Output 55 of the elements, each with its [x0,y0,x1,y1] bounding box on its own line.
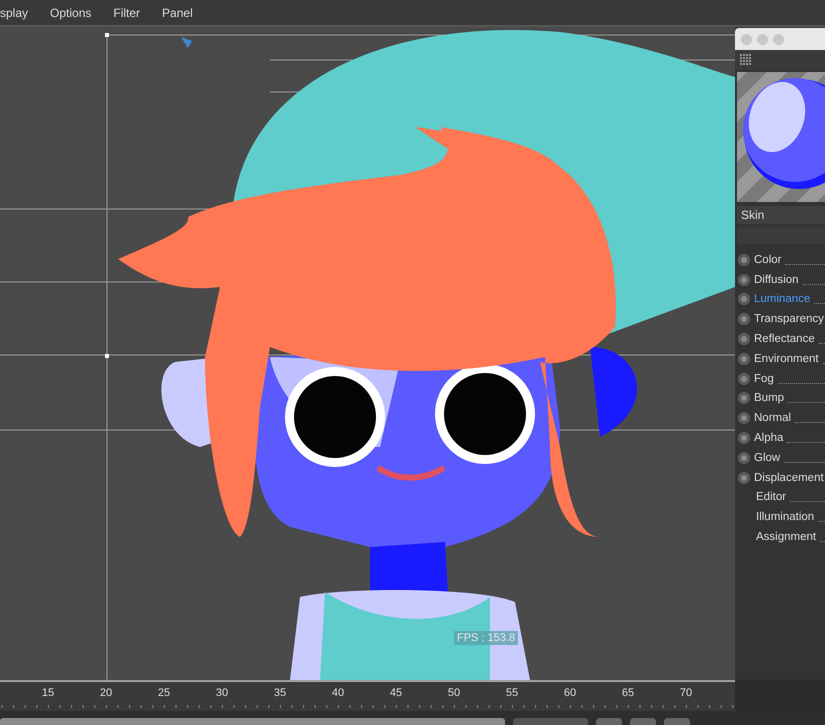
menu-item[interactable]: Options [50,6,92,20]
radio-icon[interactable] [738,392,750,404]
handle-icon[interactable] [105,354,109,358]
channel-item[interactable]: Editor [735,488,825,508]
channel-item[interactable]: Bump [735,388,825,408]
radio-icon[interactable] [738,372,750,385]
frame-slider[interactable] [0,718,505,725]
ruler-label: 50 [448,687,460,699]
material-name-field[interactable]: Skin [737,206,825,224]
toolbar-button[interactable] [630,718,656,725]
ruler-label: 20 [100,687,112,699]
radio-icon[interactable] [738,472,750,484]
toolbar-button[interactable] [664,718,690,725]
ruler-label: 40 [332,687,344,699]
menu-item[interactable]: splay [0,6,28,20]
channel-item[interactable]: Luminance [735,290,825,310]
channel-item[interactable]: Normal [735,408,825,428]
radio-icon[interactable] [738,352,750,365]
channel-item[interactable]: Alpha [735,428,825,448]
ruler-label: 35 [274,687,286,699]
frame-field[interactable] [513,718,588,725]
handle-icon[interactable] [105,33,109,37]
channel-item[interactable]: Illumination [735,507,825,528]
channel-item[interactable]: Displacement [735,468,825,488]
ruler-label: 30 [216,687,228,699]
timeline-ruler[interactable]: 15 20 25 30 35 40 45 50 55 60 65 70 [0,680,735,711]
ruler-label: 55 [506,687,518,699]
channel-item[interactable]: Color [735,250,825,270]
toolbar-button[interactable] [596,718,622,725]
radio-icon[interactable] [738,333,750,346]
fps-label: FPS : 153.8 [454,631,518,645]
menu-item[interactable]: Panel [162,6,193,20]
radio-icon[interactable] [738,313,750,326]
ruler-label: 25 [158,687,170,699]
radio-icon[interactable] [738,293,750,306]
ruler-label: 60 [564,687,576,699]
channel-item[interactable]: Environment [735,348,825,369]
channel-item[interactable]: Diffusion [735,270,825,290]
channel-item[interactable]: Transparency [735,309,825,330]
grip-icon[interactable] [740,54,752,66]
menu-item[interactable]: Filter [113,6,140,20]
ruler-label: 15 [42,687,54,699]
marker-icon [181,37,192,48]
channel-item[interactable]: Assignment [735,527,825,547]
channel-item[interactable]: Fog [735,368,825,389]
ruler-label: 45 [390,687,402,699]
channel-item[interactable]: Reflectance [735,329,825,349]
radio-icon[interactable] [738,412,750,424]
ruler-label: 70 [680,687,692,699]
ruler-label: 65 [622,687,634,699]
radio-icon[interactable] [738,432,750,444]
radio-icon[interactable] [738,274,750,286]
radio-icon[interactable] [738,254,750,266]
channel-item[interactable]: Glow [735,448,825,468]
radio-icon[interactable] [738,452,750,464]
